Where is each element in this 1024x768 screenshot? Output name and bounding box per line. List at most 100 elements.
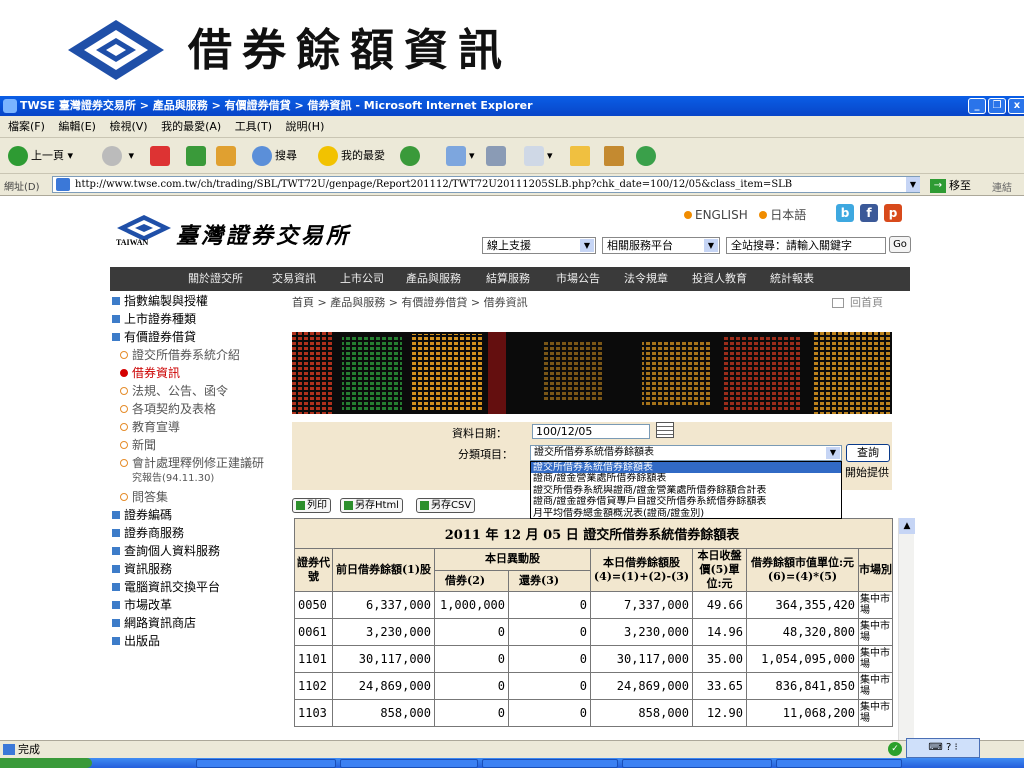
cell-mkt: 集中市場	[857, 618, 894, 646]
research-button[interactable]	[604, 144, 627, 168]
header-market: 市場別	[857, 548, 894, 592]
vertical-scrollbar[interactable]: ▲	[898, 518, 915, 740]
refresh-button[interactable]	[186, 144, 209, 168]
nav-announcements[interactable]: 市場公告	[556, 267, 600, 291]
japanese-link[interactable]: 日本語	[770, 208, 806, 222]
facebook-icon[interactable]: f	[860, 204, 878, 222]
scroll-up-icon[interactable]: ▲	[899, 518, 915, 534]
nav-settlement[interactable]: 結算服務	[486, 267, 530, 291]
print-button[interactable]	[486, 144, 509, 168]
sidebar-item[interactable]: 究報告(94.11.30)	[110, 472, 282, 488]
address-dropdown-icon[interactable]: ▼	[906, 177, 920, 192]
site-search-go-button[interactable]: Go	[889, 236, 911, 253]
menu-favorites[interactable]: 我的最愛(A)	[161, 116, 221, 137]
sidebar-item[interactable]: 上市證券種類	[110, 310, 282, 328]
cell-prev: 30,117,000	[332, 645, 435, 673]
cell-bal: 3,230,000	[590, 618, 693, 646]
taskbar-item[interactable]	[482, 759, 618, 768]
plurk-icon[interactable]: p	[884, 204, 902, 222]
sidebar-item[interactable]: 教育宣導	[110, 418, 282, 436]
home-button[interactable]	[216, 144, 239, 168]
save-html-button[interactable]: 另存Html	[340, 498, 403, 513]
home-link[interactable]: 回首頁	[832, 294, 883, 310]
edit-button[interactable]: ▾	[524, 144, 553, 168]
sidebar-item[interactable]: 證交所借券系統介紹	[110, 346, 282, 364]
support-select[interactable]: 線上支援 ▼	[482, 237, 596, 254]
sidebar-item[interactable]: 資訊服務	[110, 560, 282, 578]
site-name[interactable]: 臺灣證券交易所	[176, 218, 351, 250]
nav-trading-info[interactable]: 交易資訊	[272, 267, 316, 291]
sidebar-item[interactable]: 會計處理釋例修正建議研	[110, 454, 282, 472]
nav-about[interactable]: 關於證交所	[188, 267, 243, 291]
nav-statistics[interactable]: 統計報表	[770, 267, 814, 291]
sidebar-item[interactable]: 指數編製與授權	[110, 292, 282, 310]
sidebar-item[interactable]: 新聞	[110, 436, 282, 454]
nav-listed-companies[interactable]: 上市公司	[340, 267, 384, 291]
minimize-button[interactable]: _	[968, 98, 986, 114]
date-label: 資料日期：	[452, 427, 507, 440]
sidebar-item[interactable]: 借券資訊	[110, 364, 282, 382]
nav-products[interactable]: 產品與服務	[406, 267, 461, 291]
menu-file[interactable]: 檔案(F)	[8, 116, 45, 137]
taskbar-item[interactable]	[622, 759, 772, 768]
related-services-select[interactable]: 相關服務平台 ▼	[602, 237, 720, 254]
sidebar-item[interactable]: 查詢個人資料服務	[110, 542, 282, 560]
taskbar-item[interactable]	[776, 759, 902, 768]
mail-button[interactable]: ▾	[446, 144, 475, 168]
sidebar-item-label: 證券編碼	[124, 508, 173, 522]
menu-tools[interactable]: 工具(T)	[235, 116, 272, 137]
taskbar-item[interactable]	[196, 759, 336, 768]
category-option[interactable]: 月平均借券總金額概況表(證商/證金別)	[531, 508, 841, 519]
calendar-icon[interactable]	[656, 422, 674, 438]
menu-view[interactable]: 檢視(V)	[109, 116, 147, 137]
sidebar-item[interactable]: 有價證券借貸	[110, 328, 282, 346]
close-button[interactable]: x	[1008, 98, 1024, 114]
language-bar[interactable]: ⌨ ? ⁝	[906, 738, 980, 758]
search-button[interactable]: 搜尋	[252, 144, 297, 168]
taskbar-item[interactable]	[340, 759, 478, 768]
expand-icon	[112, 511, 120, 519]
category-option[interactable]: 證交所借券系統借券餘額表	[531, 462, 841, 474]
start-button[interactable]	[0, 758, 92, 768]
sidebar-item[interactable]: 電腦資訊交換平台	[110, 578, 282, 596]
folder-button[interactable]	[570, 144, 593, 168]
date-input[interactable]: 100/12/05	[532, 424, 650, 439]
menu-help[interactable]: 說明(H)	[286, 116, 325, 137]
history-button[interactable]	[400, 144, 423, 168]
menu-edit[interactable]: 編輯(E)	[58, 116, 96, 137]
address-input[interactable]: http://www.twse.com.tw/ch/trading/SBL/TW…	[52, 176, 920, 193]
english-link[interactable]: ENGLISH	[695, 208, 748, 222]
cell-code: 1102	[294, 672, 333, 700]
category-select[interactable]: 證交所借券系統借券餘額表 ▼	[530, 445, 842, 461]
messenger-button[interactable]	[636, 144, 659, 168]
sidebar-item[interactable]: 問答集	[110, 488, 282, 506]
sidebar-item[interactable]: 各項契約及表格	[110, 400, 282, 418]
expand-icon	[112, 583, 120, 591]
maximize-button[interactable]: ❐	[988, 98, 1006, 114]
save-csv-button[interactable]: 另存CSV	[416, 498, 476, 513]
category-option[interactable]: 證商/證金營業處所借券餘額表	[531, 473, 841, 484]
sidebar-item[interactable]: 證券編碼	[110, 506, 282, 524]
print-page-button[interactable]: 列印	[292, 498, 331, 513]
blog-icon[interactable]: b	[836, 204, 854, 222]
category-option[interactable]: 證商/證金證券借貸專戶自證交所借券系統借券餘額表	[531, 496, 841, 507]
sidebar-item[interactable]: 網路資訊商店	[110, 614, 282, 632]
cell-val: 1,054,095,000	[746, 645, 859, 673]
back-button[interactable]: 上一頁 ▾	[8, 144, 73, 168]
forward-button[interactable]: ▾	[102, 144, 134, 168]
stop-button[interactable]	[150, 144, 173, 168]
category-option[interactable]: 證交所借券系統與證商/證金營業處所借券餘額合計表	[531, 485, 841, 496]
links-label[interactable]: 連結	[992, 179, 1012, 194]
query-button[interactable]: 查詢	[846, 444, 890, 462]
nav-investor-education[interactable]: 投資人教育	[692, 267, 747, 291]
expand-icon	[112, 601, 120, 609]
go-button[interactable]: → 移至	[930, 177, 971, 193]
sidebar-item[interactable]: 市場改革	[110, 596, 282, 614]
sidebar-item[interactable]: 法規、公告、函令	[110, 382, 282, 400]
mail-icon	[446, 146, 466, 166]
site-search-input[interactable]: 全站搜尋：請輸入關鍵字	[726, 237, 886, 254]
sidebar-item[interactable]: 出版品	[110, 632, 282, 650]
sidebar-item[interactable]: 證券商服務	[110, 524, 282, 542]
favorites-button[interactable]: 我的最愛	[318, 144, 385, 168]
nav-regulations[interactable]: 法令規章	[624, 267, 668, 291]
